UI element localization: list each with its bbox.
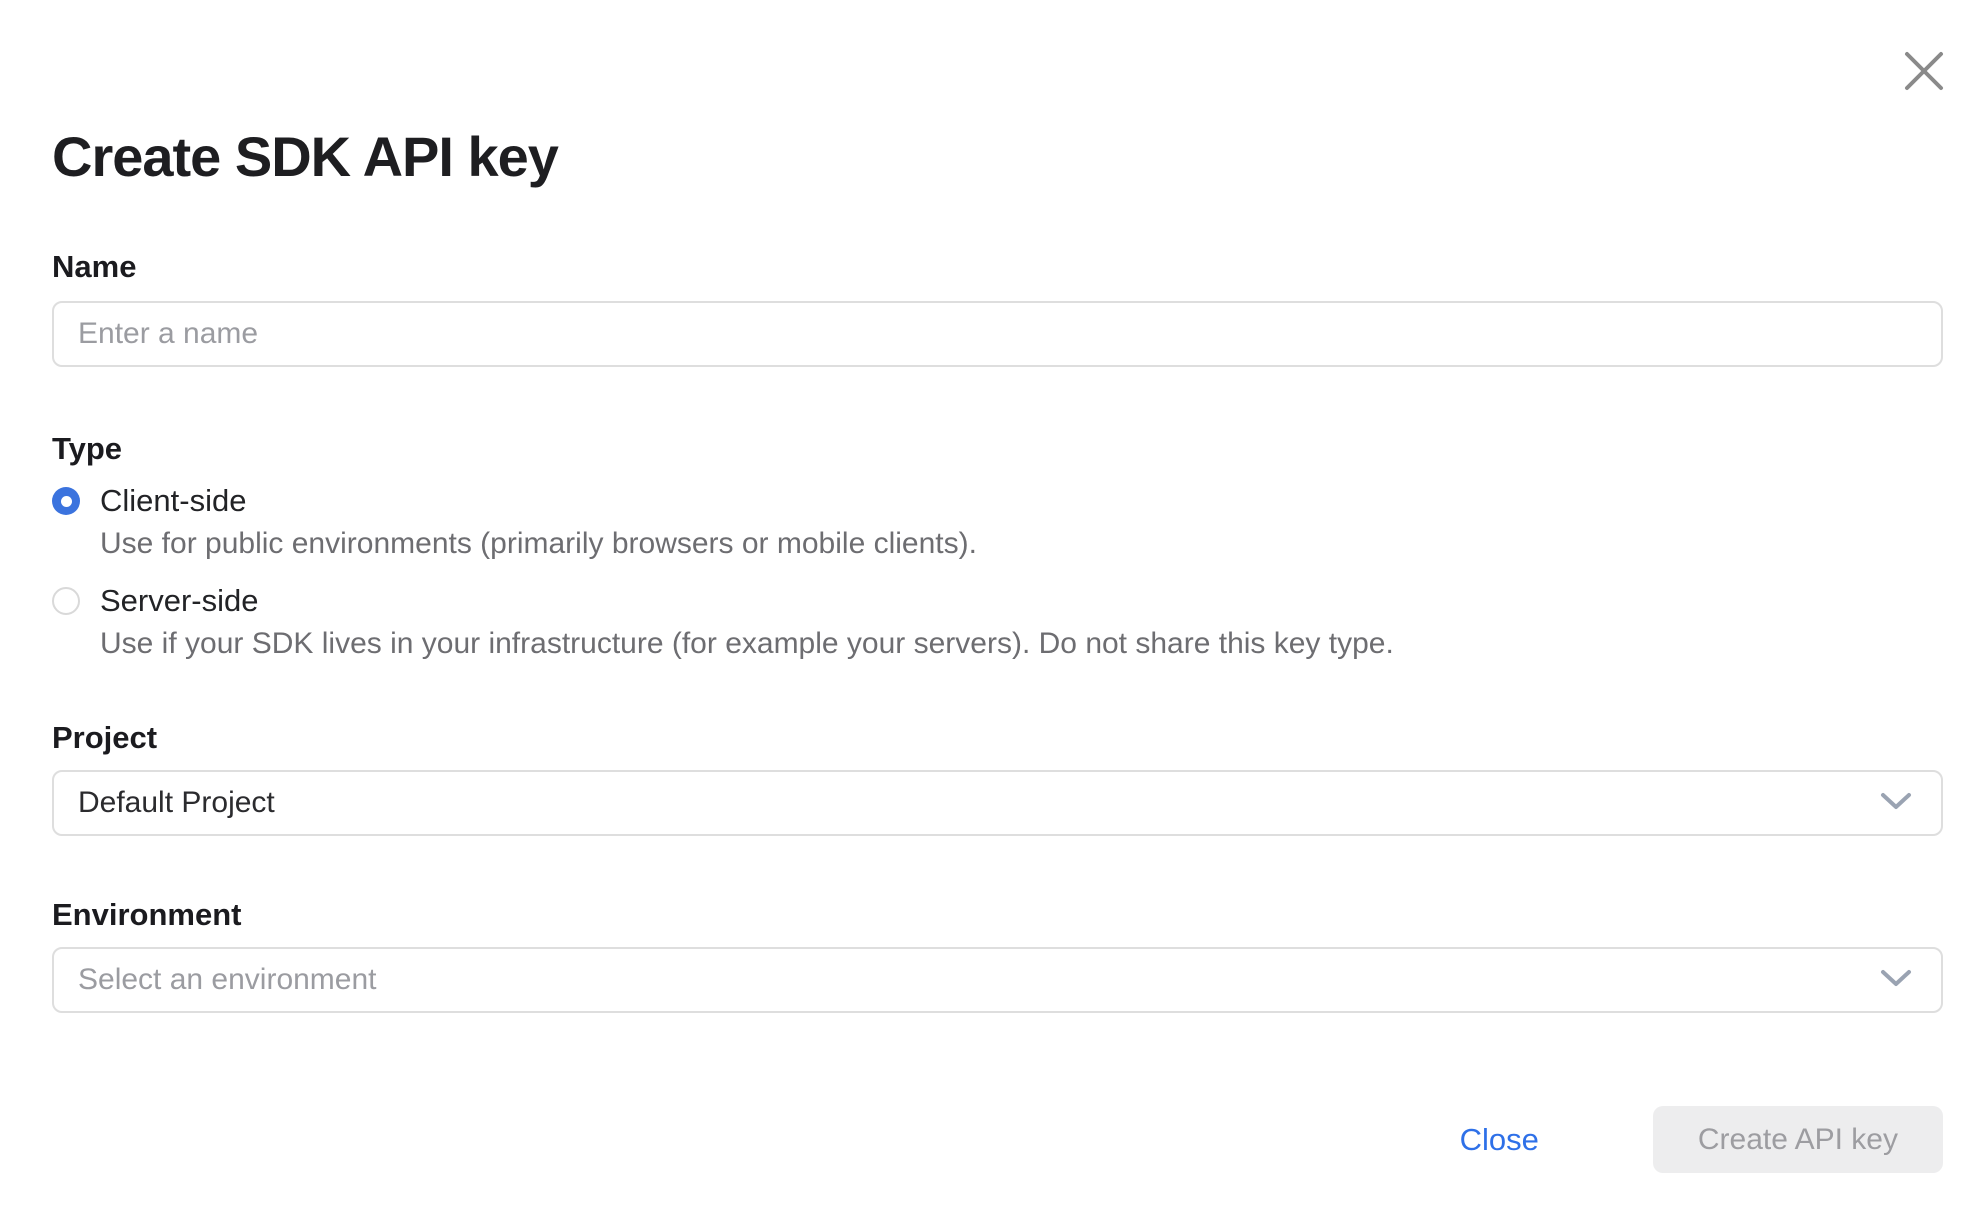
chevron-down-icon (1879, 968, 1913, 993)
name-label: Name (52, 248, 1943, 286)
environment-label: Environment (52, 896, 1943, 934)
radio-description-client-side: Use for public environments (primarily b… (52, 525, 1943, 563)
type-label: Type (52, 430, 1943, 468)
close-button[interactable] (1901, 48, 1947, 94)
environment-select-placeholder: Select an environment (78, 963, 377, 997)
chevron-down-icon (1879, 791, 1913, 816)
project-select[interactable]: Default Project (52, 770, 1943, 836)
radio-option-server-side[interactable]: Server-side (52, 583, 1943, 619)
close-footer-button[interactable]: Close (1460, 1122, 1539, 1158)
create-api-key-button[interactable]: Create API key (1653, 1106, 1943, 1173)
radio-description-server-side: Use if your SDK lives in your infrastruc… (52, 625, 1943, 663)
modal-footer: Close Create API key (52, 1106, 1943, 1173)
radio-option-client-side[interactable]: Client-side (52, 483, 1943, 519)
radio-label-server-side: Server-side (100, 583, 259, 619)
page-title: Create SDK API key (52, 0, 1943, 188)
radio-label-client-side: Client-side (100, 483, 246, 519)
radio-selected-icon[interactable] (52, 487, 80, 515)
project-label: Project (52, 719, 1943, 757)
radio-unselected-icon[interactable] (52, 587, 80, 615)
environment-select[interactable]: Select an environment (52, 947, 1943, 1013)
close-icon (1901, 48, 1947, 94)
name-input[interactable] (52, 301, 1943, 367)
create-sdk-api-key-modal: Create SDK API key Name Type Client-side… (0, 0, 1980, 1210)
project-select-value: Default Project (78, 786, 275, 820)
